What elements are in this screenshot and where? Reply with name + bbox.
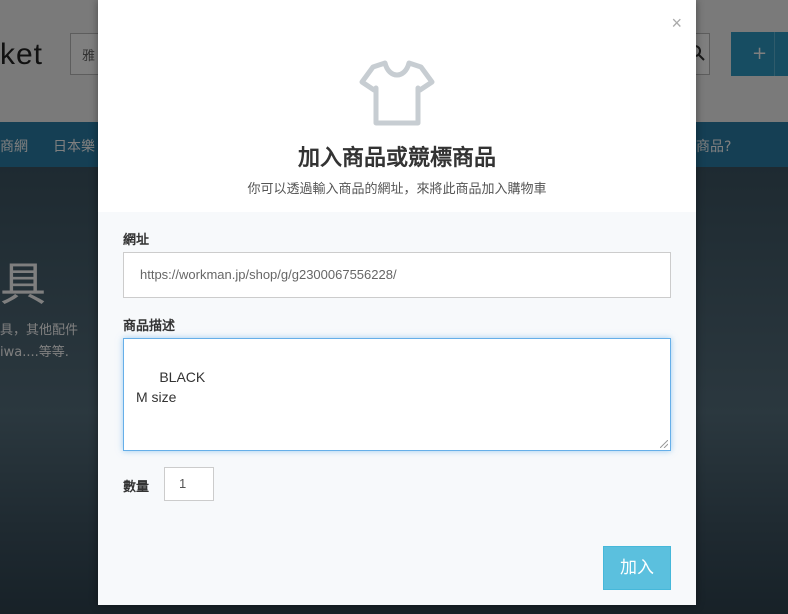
description-text: BLACK M size [136,369,206,405]
url-label: 網址 [123,233,150,248]
tshirt-icon [359,60,435,126]
modal-form: 網址 https://workman.jp/shop/g/g2300067556… [98,212,696,605]
modal-subtitle: 你可以透過輸入商品的網址，來將此商品加入購物車 [247,182,547,197]
url-input[interactable]: https://workman.jp/shop/g/g2300067556228… [123,252,671,298]
description-label: 商品描述 [123,319,176,334]
modal-header: × 加入商品或競標商品 你可以透過輸入商品的網址，來將此商品加入購物車 [98,0,696,212]
description-textarea[interactable]: BLACK M size [123,338,671,451]
add-to-cart-button[interactable]: 加入 [603,546,671,590]
add-item-modal: × 加入商品或競標商品 你可以透過輸入商品的網址，來將此商品加入購物車 網址 h… [98,0,696,605]
modal-title: 加入商品或競標商品 [297,146,496,171]
close-button[interactable]: × [671,14,682,32]
quantity-label: 數量 [123,480,150,495]
quantity-input[interactable]: 1 [164,467,214,501]
resize-handle-icon[interactable] [660,440,668,448]
